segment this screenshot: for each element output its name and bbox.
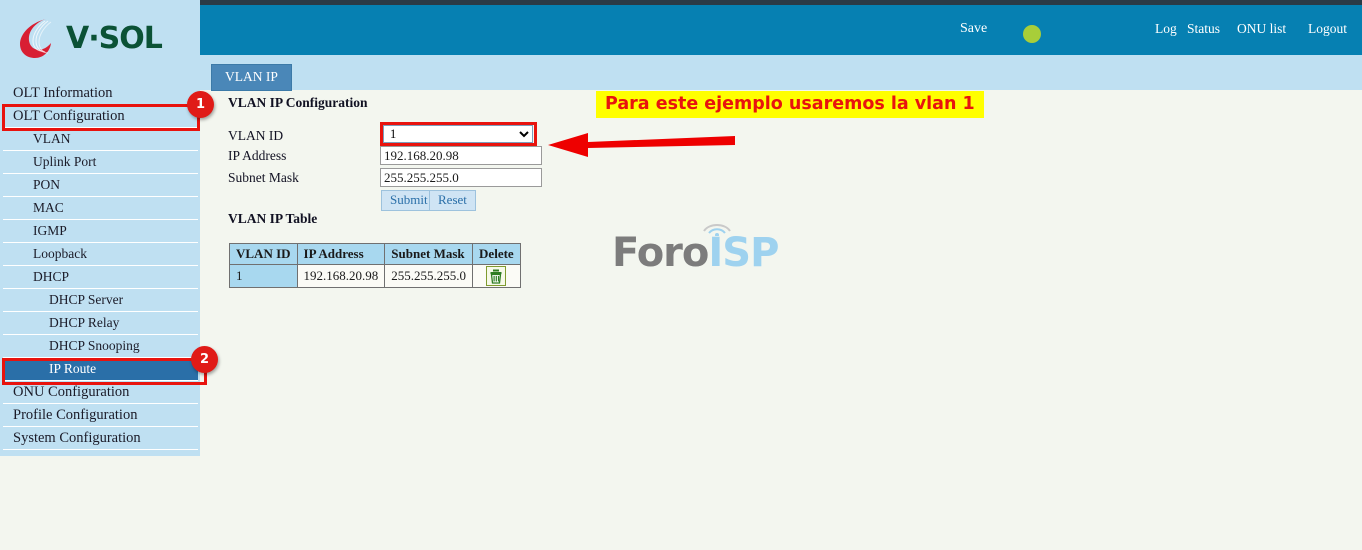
header-link-onu-list[interactable]: ONU list	[1237, 21, 1286, 37]
sidebar-item-ip-route[interactable]: IP Route	[3, 358, 198, 381]
sidebar-item-dhcp-snooping[interactable]: DHCP Snooping	[3, 335, 198, 358]
sidebar-menu: OLT Information OLT Configuration VLAN U…	[3, 82, 198, 450]
vlan-ip-table: VLAN ID IP Address Subnet Mask Delete 1 …	[229, 243, 521, 288]
annotation-banner: Para este ejemplo usaremos la vlan 1	[596, 91, 984, 118]
sidebar-item-olt-information[interactable]: OLT Information	[3, 82, 198, 105]
watermark-part-isp: ISP	[708, 230, 779, 276]
cell-vlan-id: 1	[229, 264, 298, 288]
column-header-subnet-mask: Subnet Mask	[384, 243, 474, 265]
subnet-mask-label: Subnet Mask	[228, 170, 299, 185]
table-row: 1 192.168.20.98 255.255.255.0	[229, 264, 521, 288]
vsol-flame-logo-icon	[16, 16, 58, 60]
sidebar-item-dhcp[interactable]: DHCP	[3, 266, 198, 289]
wifi-signal-icon	[703, 224, 731, 236]
trash-icon[interactable]	[486, 266, 507, 286]
vlan-id-label: VLAN ID	[228, 128, 284, 143]
column-header-delete: Delete	[472, 243, 521, 265]
cell-subnet-mask: 255.255.255.0	[384, 264, 474, 288]
vlan-ip-configuration-title: VLAN IP Configuration	[228, 95, 368, 110]
annotation-badge-1: 1	[187, 91, 214, 118]
cell-delete	[472, 264, 521, 288]
save-button[interactable]: Save	[960, 21, 987, 37]
main-content	[200, 90, 1362, 550]
sidebar: V·SOL OLT Information OLT Configuration …	[0, 0, 200, 456]
sidebar-item-dhcp-server[interactable]: DHCP Server	[3, 289, 198, 312]
vlan-id-select[interactable]: 1	[383, 125, 533, 143]
status-indicator-green-icon	[1023, 25, 1041, 43]
sidebar-item-profile-configuration[interactable]: Profile Configuration	[3, 404, 198, 427]
brand-name: V·SOL	[66, 20, 163, 56]
table-header-row: VLAN ID IP Address Subnet Mask Delete	[229, 243, 521, 265]
sidebar-item-dhcp-relay[interactable]: DHCP Relay	[3, 312, 198, 335]
sidebar-item-uplink-port[interactable]: Uplink Port	[3, 151, 198, 174]
header-link-status[interactable]: Status	[1187, 21, 1220, 37]
sidebar-item-igmp[interactable]: IGMP	[3, 220, 198, 243]
app-root: V·SOL OLT Information OLT Configuration …	[0, 0, 1362, 550]
ip-address-input[interactable]	[380, 146, 542, 165]
sidebar-item-pon[interactable]: PON	[3, 174, 198, 197]
column-header-ip-address: IP Address	[296, 243, 386, 265]
vlan-ip-table-title: VLAN IP Table	[228, 211, 318, 226]
watermark-part-foro: Foro	[612, 230, 709, 276]
sidebar-item-vlan[interactable]: VLAN	[3, 128, 198, 151]
brand-logo-box: V·SOL	[0, 0, 200, 82]
annotation-red-arrow-icon	[548, 133, 735, 157]
sidebar-item-olt-configuration[interactable]: OLT Configuration	[3, 105, 198, 128]
sidebar-item-loopback[interactable]: Loopback	[3, 243, 198, 266]
sidebar-item-onu-configuration[interactable]: ONU Configuration	[3, 381, 198, 404]
cell-ip-address: 192.168.20.98	[296, 264, 386, 288]
top-header-bar: Save Log Status ONU list Logout	[200, 5, 1362, 55]
column-header-vlan-id: VLAN ID	[229, 243, 298, 265]
annotation-badge-2: 2	[191, 346, 218, 373]
header-link-log[interactable]: Log	[1155, 21, 1177, 37]
header-link-logout[interactable]: Logout	[1308, 21, 1347, 37]
sidebar-item-system-configuration[interactable]: System Configuration	[3, 427, 198, 450]
reset-button[interactable]: Reset	[429, 190, 476, 211]
foroisp-watermark: ForoISP	[612, 224, 779, 276]
ip-address-label: IP Address	[228, 148, 287, 163]
subnet-mask-input[interactable]	[380, 168, 542, 187]
header-light-band	[200, 55, 1362, 90]
sidebar-item-mac[interactable]: MAC	[3, 197, 198, 220]
tab-vlan-ip[interactable]: VLAN IP	[211, 64, 292, 91]
